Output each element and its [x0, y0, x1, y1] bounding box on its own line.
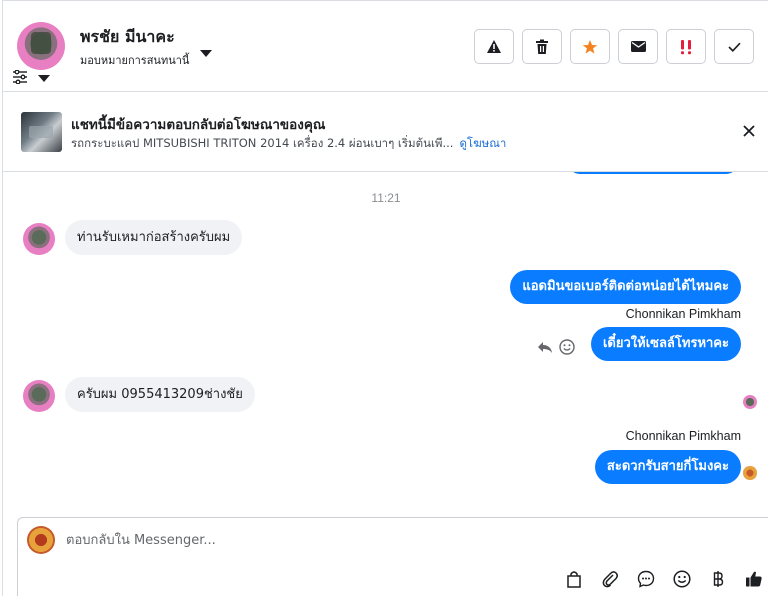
previous-outgoing-bubble — [568, 172, 738, 174]
envelope-icon — [630, 41, 646, 52]
message-hover-tools — [537, 339, 575, 355]
incoming-message[interactable]: ครับผม 0955413209ช่างชัย — [65, 377, 255, 412]
payment-button[interactable] — [706, 567, 730, 591]
sliders-icon[interactable] — [12, 70, 28, 84]
assign-conversation-label[interactable]: มอบหมายการสนทนานี้ — [80, 51, 189, 69]
react-emoji-icon[interactable] — [559, 339, 575, 355]
like-button[interactable] — [742, 567, 766, 591]
ad-banner-subtitle: รถกระบะแคป MITSUBISHI TRITON 2014 เครื่อ… — [71, 135, 506, 153]
seen-receipt-avatar — [743, 466, 757, 480]
emoji-button[interactable] — [670, 567, 694, 591]
outgoing-message[interactable]: สะดวกรับสายกี่โมงคะ — [594, 450, 741, 484]
outgoing-message[interactable]: แอดมินขอเบอร์ติดต่อหน่อยได้ไหมคะ — [510, 270, 741, 304]
seen-receipt-avatar — [743, 395, 757, 409]
paperclip-icon — [602, 571, 618, 588]
ad-reply-banner: แชทนี้มีข้อความตอบกลับต่อโฆษณาของคุณ รถก… — [3, 92, 768, 172]
view-ad-link[interactable]: ดูโฆษณา — [459, 136, 506, 150]
thumbs-up-icon — [746, 571, 762, 587]
sender-name: Chonnikan Pimkham — [625, 307, 741, 321]
sender-name: Chonnikan Pimkham — [625, 429, 741, 443]
chat-bubble-icon — [637, 570, 655, 588]
star-icon — [582, 39, 598, 54]
star-button[interactable] — [570, 29, 610, 64]
composer-tools — [562, 567, 766, 591]
warning-icon — [487, 40, 501, 53]
check-icon — [727, 42, 741, 52]
reply-input[interactable] — [66, 529, 666, 551]
follow-up-button[interactable] — [666, 29, 706, 64]
ad-thumbnail[interactable] — [21, 112, 62, 152]
contact-avatar-small[interactable] — [23, 223, 55, 255]
page-avatar — [27, 526, 55, 554]
contact-avatar-small[interactable] — [23, 380, 55, 412]
emoji-icon — [673, 570, 691, 588]
incoming-message[interactable]: ท่านรับเหมาก่อสร้างครับผม — [65, 220, 243, 255]
ad-description: รถกระบะแคป MITSUBISHI TRITON 2014 เครื่อ… — [71, 136, 454, 150]
mark-unread-button[interactable] — [618, 29, 658, 64]
attach-file-button[interactable] — [598, 567, 622, 591]
saved-replies-button[interactable] — [634, 567, 658, 591]
contact-avatar[interactable] — [17, 22, 65, 70]
filter-chevron-down-icon[interactable] — [38, 75, 50, 82]
conversation-header: พรชัย มีนาคะ มอบหมายการสนทนานี้ — [3, 1, 768, 92]
mark-done-button[interactable] — [714, 29, 754, 64]
trash-icon — [536, 39, 548, 54]
message-timestamp: 11:21 — [371, 191, 401, 205]
close-icon[interactable] — [740, 122, 758, 140]
chevron-down-icon[interactable] — [200, 50, 212, 57]
message-composer — [17, 517, 768, 596]
reply-icon[interactable] — [537, 340, 553, 354]
conversation-panel: พรชัย มีนาคะ มอบหมายการสนทนานี้ แชทนี้มี… — [2, 0, 768, 596]
baht-icon — [713, 571, 724, 587]
shopping-bag-icon — [567, 571, 581, 588]
header-actions — [474, 29, 754, 64]
contact-name[interactable]: พรชัย มีนาคะ — [80, 25, 175, 50]
outgoing-message[interactable]: เดี๋ยวให้เซลล์โทรหาคะ — [590, 327, 741, 361]
report-button[interactable] — [474, 29, 514, 64]
ad-banner-title: แชทนี้มีข้อความตอบกลับต่อโฆษณาของคุณ — [71, 117, 326, 133]
message-thread[interactable]: 11:21 ท่านรับเหมาก่อสร้างครับผม แอดมินขอ… — [3, 172, 768, 517]
shopping-bag-button[interactable] — [562, 567, 586, 591]
double-exclamation-icon — [681, 39, 691, 54]
delete-button[interactable] — [522, 29, 562, 64]
